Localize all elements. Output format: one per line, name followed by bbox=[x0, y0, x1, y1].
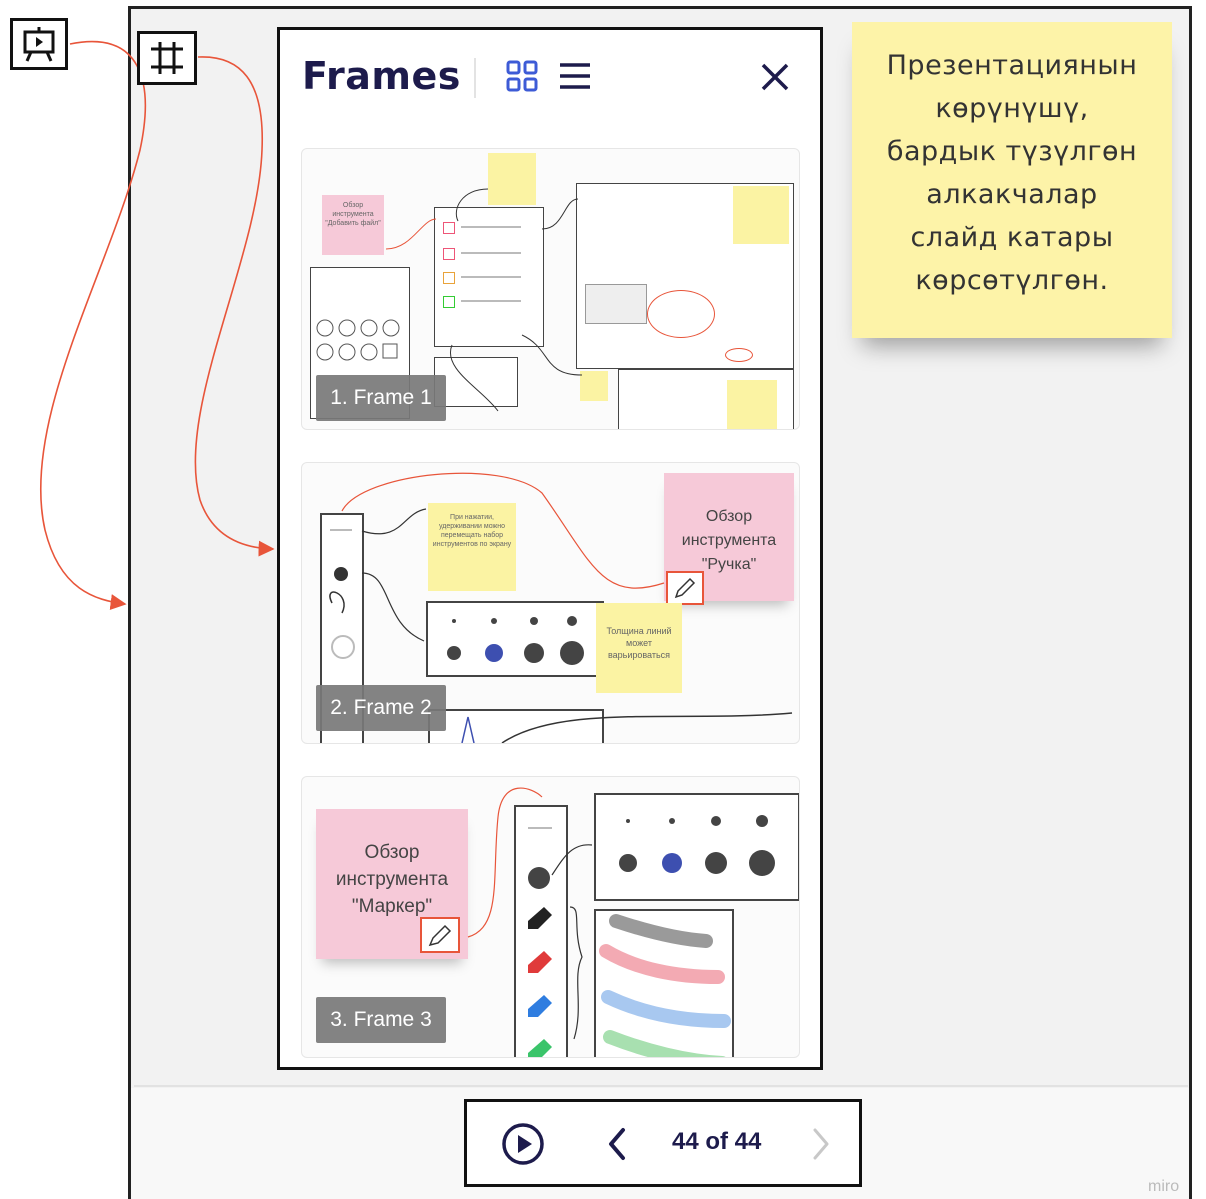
presentation-mode-button[interactable] bbox=[10, 18, 68, 70]
connector-presentation-to-board bbox=[40, 40, 147, 611]
slide-counter: 44 of 44 bbox=[672, 1128, 762, 1155]
frames-panel: Frames Обзор инструмента "Добавить файл" bbox=[277, 27, 823, 1070]
note-line-4: алкакчалар bbox=[926, 179, 1098, 210]
presentation-nav-bar: 44 of 44 bbox=[464, 1099, 862, 1187]
note-line-3: бардык түзүлгөн bbox=[886, 136, 1138, 167]
annotation-sticky-note: Презентациянын көрүнүшү, бардык түзүлгөн… bbox=[852, 22, 1172, 338]
connector-frames-to-panel bbox=[194, 56, 275, 557]
frame-1-label: 1. Frame 1 bbox=[316, 375, 446, 421]
board-divider bbox=[134, 1085, 1188, 1087]
frame-2-label: 2. Frame 2 bbox=[316, 685, 446, 731]
chevron-right-icon[interactable] bbox=[809, 1126, 833, 1162]
note-line-6: көрсөтүлгөн. bbox=[915, 265, 1109, 296]
frame-3-label: 3. Frame 3 bbox=[316, 997, 446, 1043]
miro-watermark: miro bbox=[1148, 1178, 1180, 1195]
frames-tool-button[interactable] bbox=[137, 31, 197, 85]
chevron-left-icon[interactable] bbox=[605, 1126, 629, 1162]
play-icon[interactable] bbox=[501, 1122, 545, 1166]
note-line-1: Презентациянын bbox=[886, 50, 1138, 81]
frames-grid-icon bbox=[151, 42, 183, 74]
note-line-2: көрүнүшү, bbox=[935, 93, 1089, 124]
callout-connectors bbox=[40, 40, 275, 611]
grid-view-icon[interactable] bbox=[506, 60, 538, 92]
panel-title: Frames bbox=[302, 54, 461, 98]
header-divider bbox=[474, 58, 476, 98]
presentation-easel-icon bbox=[23, 27, 55, 62]
frame-thumbnail-3[interactable]: Обзор инструмента "Маркер" 3. Frame 3 bbox=[301, 776, 800, 1058]
note-line-5: слайд катары bbox=[910, 222, 1114, 253]
frame-thumbnail-1[interactable]: Обзор инструмента "Добавить файл" 1. Fra… bbox=[301, 148, 800, 430]
frame-thumbnail-2[interactable]: При нажатии, удерживании можно перемещат… bbox=[301, 462, 800, 744]
close-icon[interactable] bbox=[760, 62, 790, 92]
list-view-icon[interactable] bbox=[558, 60, 592, 92]
